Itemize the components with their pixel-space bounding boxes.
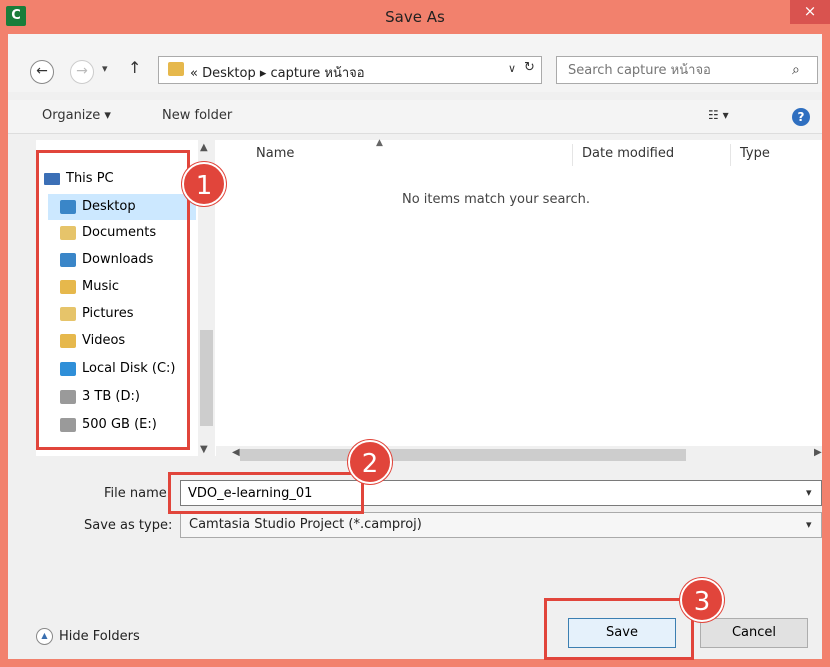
view-options-button[interactable]: ☷ ▾ [708,108,729,122]
column-header-date-modified[interactable]: Date modified [582,146,674,161]
file-list-pane [216,140,822,446]
collapse-icon: ▲ [36,628,53,645]
scroll-down-icon[interactable]: ▼ [200,444,208,455]
annotation-badge-3: 3 [680,578,724,622]
annotation-badge-1: 1 [182,162,226,206]
save-as-type-label: Save as type: [84,518,173,533]
file-name-label: File name: [104,486,172,501]
window-frame-right [822,34,830,667]
scroll-up-icon[interactable]: ▲ [200,142,208,153]
back-button[interactable]: ← [30,60,54,84]
column-header-type[interactable]: Type [740,146,770,161]
window-frame-bottom [0,659,830,667]
command-toolbar [8,100,822,134]
save-as-type-select[interactable]: Camtasia Studio Project (*.camproj) [180,512,822,538]
annotation-highlight-folders [36,150,190,450]
hide-folders-label: Hide Folders [59,629,140,644]
chevron-down-icon[interactable]: ▾ [806,486,812,499]
up-folder-button[interactable]: ↑ [128,58,141,77]
window-title: Save As [385,8,445,26]
column-divider[interactable] [572,144,573,166]
annotation-highlight-filename [168,472,364,514]
search-input[interactable] [566,56,786,84]
cancel-button[interactable]: Cancel [700,618,808,648]
hide-folders-button[interactable]: ▲ Hide Folders [36,628,140,645]
breadcrumb[interactable]: « Desktop ▸ capture หน้าจอ [190,62,365,83]
help-icon[interactable]: ? [792,108,810,126]
window-frame-left [0,34,8,667]
sort-ascending-icon: ▲ [376,138,383,148]
folder-icon [168,62,184,76]
address-history-chevron[interactable]: ∨ [508,62,516,75]
close-button[interactable]: × [790,0,830,24]
column-divider[interactable] [730,144,731,166]
column-header-name[interactable]: Name [256,146,294,161]
navigation-scroll-thumb[interactable] [200,330,213,426]
annotation-badge-2: 2 [348,440,392,484]
horizontal-scroll-thumb[interactable] [240,449,686,461]
annotation-highlight-save [544,598,694,660]
empty-folder-message: No items match your search. [401,192,590,207]
scroll-right-icon[interactable]: ▶ [814,447,822,458]
organize-button[interactable]: Organize ▾ [42,108,111,123]
scroll-left-icon[interactable]: ◀ [232,447,240,458]
search-icon[interactable]: ⌕ [792,62,800,78]
refresh-button[interactable]: ↻ [524,60,535,75]
forward-button[interactable]: → [70,60,94,84]
chevron-down-icon[interactable]: ▾ [806,518,812,531]
new-folder-button[interactable]: New folder [162,108,232,123]
recent-locations-dropdown[interactable]: ▾ [102,62,108,75]
